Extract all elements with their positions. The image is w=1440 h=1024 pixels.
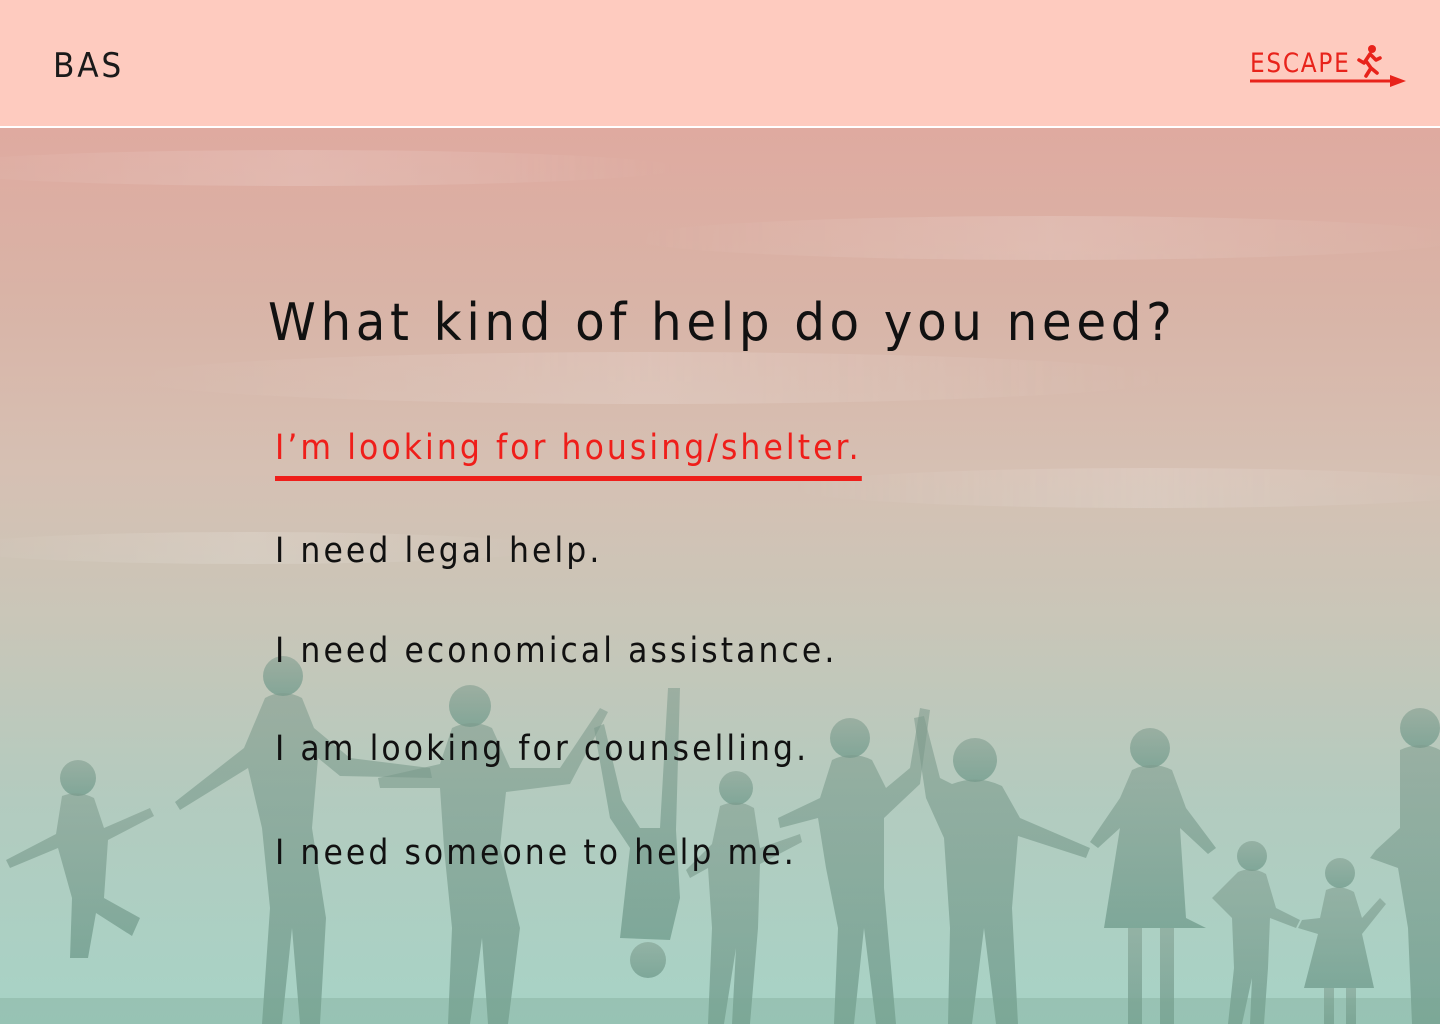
page-title: What kind of help do you need? [268,293,1177,353]
page: BAS ESCAPE What kind of help do you need… [0,0,1440,1024]
selected-underline [275,476,862,481]
arrow-right-icon [1250,75,1406,87]
brand-logo[interactable]: BAS [53,46,124,86]
escape-button[interactable]: ESCAPE [1250,44,1410,90]
option-someone[interactable]: I need someone to help me. [275,833,797,873]
top-bar: BAS ESCAPE [0,0,1440,128]
option-economical[interactable]: I need economical assistance. [275,631,837,671]
hero-section: What kind of help do you need? I’m looki… [0,128,1440,1024]
option-label: I’m looking for housing/shelter. [275,428,862,468]
family-silhouette-background [0,150,1440,1024]
option-counselling[interactable]: I am looking for counselling. [275,729,809,769]
option-legal[interactable]: I need legal help. [275,531,602,571]
option-housing[interactable]: I’m looking for housing/shelter. [275,428,862,481]
